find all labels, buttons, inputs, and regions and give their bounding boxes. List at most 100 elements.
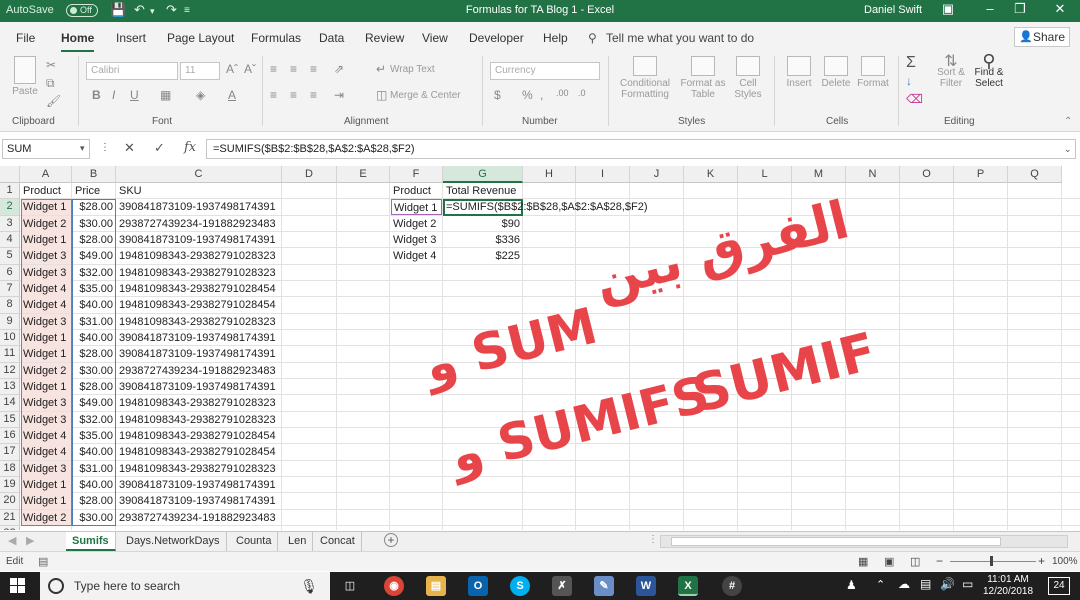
outlook-icon[interactable]: O — [468, 576, 488, 596]
column-header-h[interactable]: H — [523, 166, 576, 183]
row-header[interactable]: 20 — [0, 493, 20, 510]
row-header[interactable]: 21 — [0, 509, 20, 526]
cell-g1[interactable]: Total Revenue — [444, 183, 522, 199]
cell-c9[interactable]: 19481098343-29382791028323 — [117, 314, 281, 330]
column-header-p[interactable]: P — [954, 166, 1008, 183]
zoom-slider-thumb[interactable] — [990, 556, 993, 566]
ribbon-display-options-icon[interactable]: ▣ — [928, 1, 968, 17]
comma-style-icon[interactable]: , — [540, 88, 543, 102]
cell-c10[interactable]: 390841873109-1937498174391 — [117, 330, 281, 346]
row-header[interactable]: 11 — [0, 346, 20, 363]
column-header-m[interactable]: M — [792, 166, 846, 183]
format-painter-icon[interactable]: 🖌 — [46, 94, 61, 108]
cell-g5[interactable]: $225 — [444, 248, 522, 264]
cell-c15[interactable]: 19481098343-29382791028323 — [117, 412, 281, 428]
cancel-icon[interactable]: ✕ — [124, 140, 135, 156]
tab-insert[interactable]: Insert — [116, 31, 146, 45]
column-header-q[interactable]: Q — [1008, 166, 1062, 183]
autosum-icon[interactable]: Σ — [906, 54, 916, 72]
tab-file[interactable]: File — [16, 31, 35, 45]
borders-icon[interactable]: ▦ — [160, 88, 171, 102]
share-button[interactable]: 👤 Share — [1014, 27, 1070, 47]
expand-formula-bar-icon[interactable]: ⌄ — [1064, 144, 1072, 155]
people-icon[interactable]: ♟ — [846, 578, 857, 592]
cell-f3[interactable]: Widget 2 — [391, 216, 442, 232]
row-header[interactable]: 8 — [0, 297, 20, 314]
fill-color-icon[interactable]: ◈ — [196, 88, 205, 102]
decrease-decimal-icon[interactable]: .0 — [578, 88, 586, 98]
battery-icon[interactable]: ▭ — [962, 577, 973, 591]
volume-icon[interactable]: 🔊 — [940, 577, 955, 591]
cell-g4[interactable]: $336 — [444, 232, 522, 248]
cell-f4[interactable]: Widget 3 — [391, 232, 442, 248]
cell-c16[interactable]: 19481098343-29382791028454 — [117, 428, 281, 444]
zoom-slider[interactable] — [950, 561, 1036, 562]
row-header[interactable]: 4 — [0, 231, 20, 249]
cell-b1[interactable]: Price — [73, 183, 115, 199]
cell-c21[interactable]: 2938727439234-191882923483 — [117, 510, 281, 526]
italic-icon[interactable]: I — [112, 88, 115, 102]
column-header-n[interactable]: N — [846, 166, 900, 183]
tab-view[interactable]: View — [422, 31, 448, 45]
row-header[interactable]: 22 — [0, 525, 20, 530]
cell-g3[interactable]: $90 — [444, 216, 522, 232]
enter-icon[interactable]: ✓ — [154, 140, 165, 156]
zoom-in-icon[interactable]: + — [1038, 554, 1045, 568]
cell-c7[interactable]: 19481098343-29382791028454 — [117, 281, 281, 297]
skype-icon[interactable]: S — [510, 576, 530, 596]
cell-g2[interactable]: =SUMIFS($B$2:$B$28,$A$2:$A$28,$F2) — [444, 199, 664, 215]
row-header[interactable]: 1 — [0, 183, 20, 200]
network-icon[interactable]: ▤ — [920, 577, 931, 591]
column-header-o[interactable]: O — [900, 166, 954, 183]
sheet-tab-counta[interactable]: Counta — [230, 532, 279, 551]
delete-cells-button[interactable]: Delete — [818, 56, 854, 89]
slack-icon[interactable]: # — [722, 576, 742, 596]
cell-c8[interactable]: 19481098343-29382791028454 — [117, 297, 281, 313]
accounting-format-icon[interactable]: $ — [494, 88, 501, 102]
cell-c2[interactable]: 390841873109-1937498174391 — [117, 199, 281, 215]
paste-button[interactable]: Paste — [8, 56, 42, 97]
format-cells-button[interactable]: Format — [856, 56, 890, 89]
notepad-icon[interactable]: ✎ — [594, 576, 614, 596]
task-view-icon[interactable]: ◫ — [340, 576, 360, 596]
page-layout-view-icon[interactable]: ▣ — [884, 555, 894, 568]
decrease-font-icon[interactable]: Aˇ — [244, 62, 256, 76]
tab-formulas[interactable]: Formulas — [251, 31, 301, 45]
macro-record-icon[interactable]: ▤ — [38, 555, 48, 568]
row-header[interactable]: 19 — [0, 476, 20, 494]
tab-page-layout[interactable]: Page Layout — [167, 31, 234, 45]
tab-data[interactable]: Data — [319, 31, 344, 45]
cell-f1[interactable]: Product — [391, 183, 442, 199]
scroll-tabs-right-icon[interactable]: ▶ — [26, 534, 34, 547]
cell-f2[interactable]: Widget 1 — [391, 199, 442, 216]
horizontal-scrollbar[interactable] — [660, 535, 1068, 548]
increase-decimal-icon[interactable]: .00 — [556, 88, 569, 98]
microphone-icon[interactable]: 🎙 — [300, 572, 318, 600]
increase-font-icon[interactable]: Aˆ — [226, 62, 238, 76]
user-name[interactable]: Daniel Swift — [864, 4, 922, 16]
tab-developer[interactable]: Developer — [469, 31, 524, 45]
find-select-button[interactable]: ⚲ Find & Select — [970, 52, 1008, 89]
align-bottom-icon[interactable]: ≡ — [310, 62, 317, 76]
cell-c12[interactable]: 2938727439234-191882923483 — [117, 363, 281, 379]
row-header[interactable]: 2 — [0, 199, 20, 216]
cell-c19[interactable]: 390841873109-1937498174391 — [117, 477, 281, 493]
wrap-text-button[interactable]: Wrap Text — [390, 64, 435, 75]
column-header-g[interactable]: G — [443, 166, 523, 183]
fill-icon[interactable]: ↓ — [906, 74, 912, 88]
cell-styles-button[interactable]: Cell Styles — [730, 56, 766, 100]
bold-icon[interactable]: B — [92, 88, 101, 102]
cell-c11[interactable]: 390841873109-1937498174391 — [117, 346, 281, 362]
name-box[interactable]: SUM — [2, 139, 90, 159]
taskbar-clock[interactable]: 11:01 AM 12/20/2018 — [980, 574, 1036, 598]
zoom-level[interactable]: 100% — [1052, 556, 1078, 567]
column-header-c[interactable]: C — [116, 166, 282, 183]
align-middle-icon[interactable]: ≡ — [290, 62, 297, 76]
notifications-badge[interactable]: 24 — [1048, 577, 1070, 595]
column-header-i[interactable]: I — [576, 166, 630, 183]
row-header[interactable]: 15 — [0, 411, 20, 428]
column-header-d[interactable]: D — [282, 166, 337, 183]
column-header-a[interactable]: A — [20, 166, 72, 183]
sheet-tab-concat[interactable]: Concat — [314, 532, 362, 551]
row-header[interactable]: 17 — [0, 444, 20, 461]
